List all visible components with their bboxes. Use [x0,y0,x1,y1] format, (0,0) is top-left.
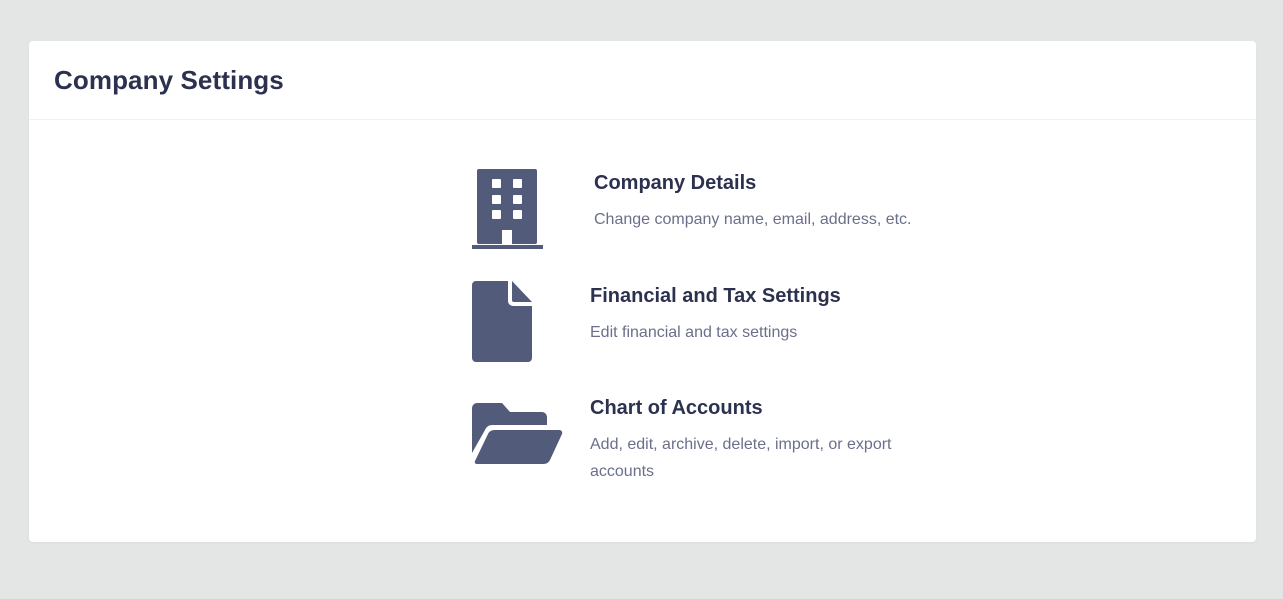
page-title: Company Settings [54,65,284,95]
item-description: Edit financial and tax settings [590,324,798,341]
settings-card: Company Settings Company Details Change … [29,41,1256,542]
building-icon [472,169,543,249]
item-title: Chart of Accounts [590,397,763,419]
file-icon [472,281,532,362]
card-header: Company Settings [29,41,1256,120]
folder-open-icon [472,403,563,465]
item-description: Add, edit, archive, delete, import, or e… [590,436,892,480]
item-title: Financial and Tax Settings [590,285,841,307]
financial-tax-settings-link[interactable]: Financial and Tax Settings Edit financia… [469,279,929,363]
item-description: Change company name, email, address, etc… [594,211,912,228]
chart-of-accounts-link[interactable]: Chart of Accounts Add, edit, archive, de… [469,391,929,491]
item-title: Company Details [594,172,757,194]
company-details-link[interactable]: Company Details Change company name, ema… [469,166,929,252]
